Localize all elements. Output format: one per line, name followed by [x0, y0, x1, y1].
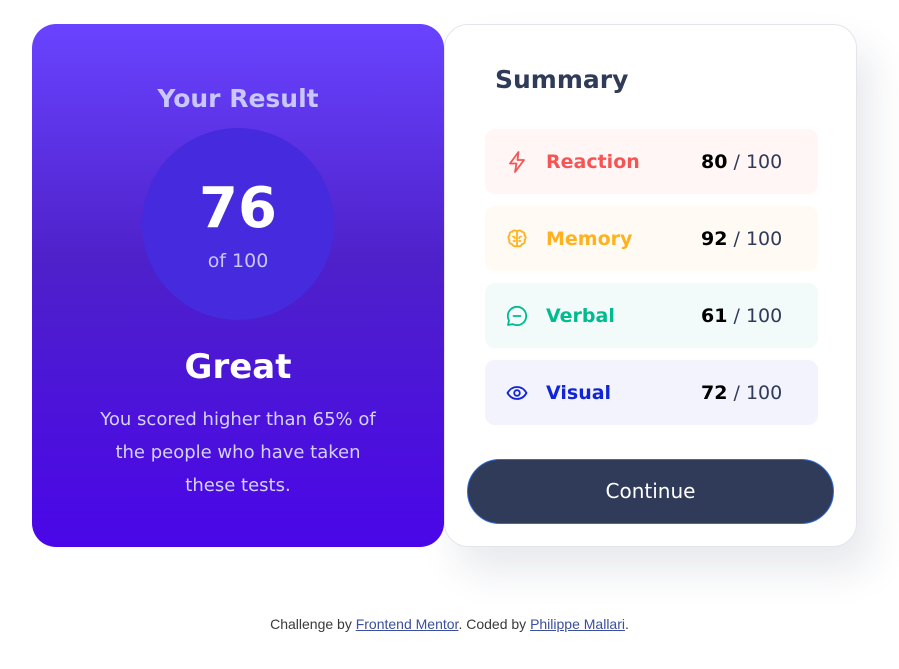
summary-title: Summary: [495, 65, 629, 94]
lightning-icon: [505, 150, 529, 174]
score-number: 80: [701, 151, 728, 173]
result-title: Your Result: [157, 84, 319, 113]
summary-item-reaction: Reaction 80 / 100: [485, 129, 818, 194]
score-max: / 100: [733, 151, 783, 173]
summary-item-score: 92 / 100: [701, 227, 782, 251]
frontend-mentor-link[interactable]: Frontend Mentor: [356, 616, 459, 632]
summary-item-verbal: Verbal 61 / 100: [485, 283, 818, 348]
score-circle: 76 of 100: [142, 128, 334, 320]
rating-description: You scored higher than 65% of the people…: [100, 409, 376, 496]
score-max: / 100: [733, 228, 783, 250]
score-number: 72: [701, 382, 728, 404]
rating-heading: Great: [184, 347, 292, 387]
score-max: / 100: [733, 382, 783, 404]
summary-item-visual: Visual 72 / 100: [485, 360, 818, 425]
attribution: Challenge by Frontend Mentor. Coded by P…: [0, 616, 899, 632]
summary-item-score: 80 / 100: [701, 150, 782, 174]
summary-item-label: Visual: [546, 382, 612, 404]
chat-icon: [505, 304, 529, 328]
summary-item-label: Memory: [546, 228, 633, 250]
result-card: Your Result 76 of 100 Great You scored h…: [32, 24, 444, 547]
summary-card: Summary Reaction 80 / 100 Memory 92 / 10…: [444, 24, 857, 547]
summary-list: Reaction 80 / 100 Memory 92 / 100 Verbal…: [485, 129, 818, 437]
score-number: 92: [701, 228, 728, 250]
summary-item-label: Verbal: [546, 305, 615, 327]
score-value: 76: [199, 176, 277, 241]
summary-item-score: 61 / 100: [701, 304, 782, 328]
eye-icon: [505, 381, 529, 405]
score-out-of: of 100: [207, 250, 269, 272]
summary-item-label: Reaction: [546, 151, 640, 173]
summary-item-score: 72 / 100: [701, 381, 782, 405]
continue-button[interactable]: Continue: [467, 459, 834, 524]
score-number: 61: [701, 305, 728, 327]
attribution-middle: . Coded by: [458, 616, 531, 632]
attribution-prefix: Challenge by: [270, 616, 356, 632]
score-max: / 100: [733, 305, 783, 327]
attribution-suffix: .: [625, 616, 629, 632]
author-link[interactable]: Philippe Mallari: [530, 616, 625, 632]
results-summary-component: Your Result 76 of 100 Great You scored h…: [0, 0, 899, 669]
summary-item-memory: Memory 92 / 100: [485, 206, 818, 271]
brain-icon: [505, 227, 529, 251]
